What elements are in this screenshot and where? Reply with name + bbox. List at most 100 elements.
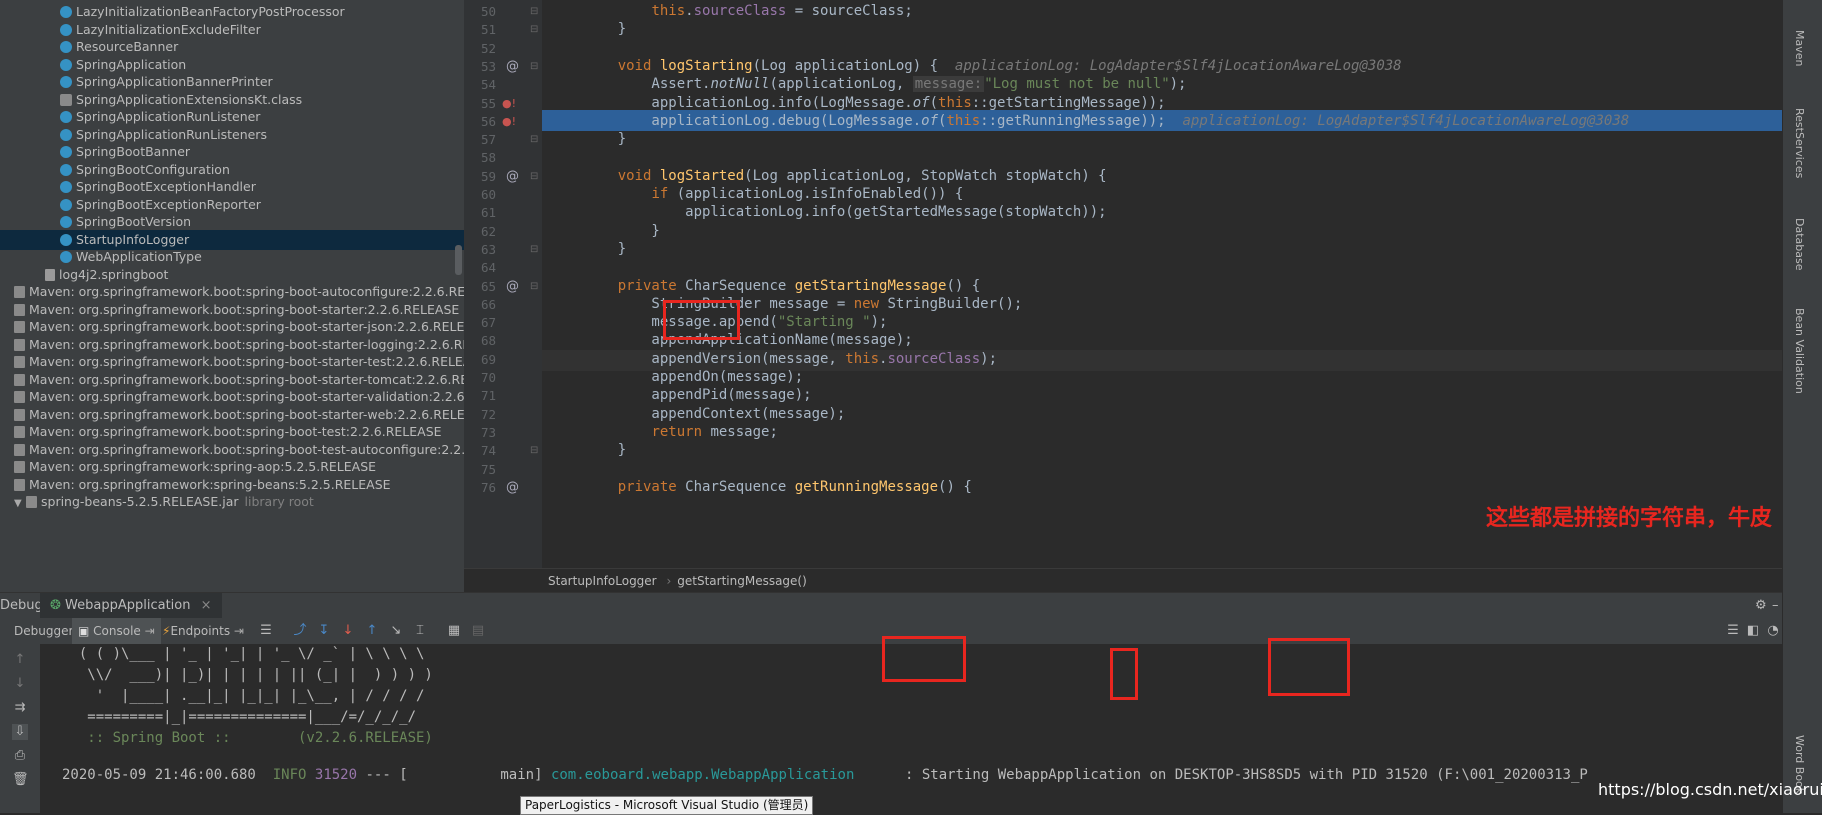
breadcrumb-class[interactable]: StartupInfoLogger [548, 574, 657, 588]
tree-item-label: Maven: org.springframework.boot:spring-b… [29, 319, 464, 334]
restore-layout-icon[interactable]: ◧ [1745, 623, 1761, 639]
highlight-box-starting-code [663, 300, 740, 340]
code-line[interactable]: } [584, 129, 626, 150]
settings-icon[interactable]: ◔ [1765, 623, 1781, 639]
tab-restservices[interactable]: RestServices [1793, 108, 1806, 178]
fold-icon[interactable]: ⊟ [530, 276, 538, 297]
tree-item-label: Maven: org.springframework:spring-beans:… [29, 476, 391, 492]
clear-icon[interactable]: 🗑 [12, 772, 29, 788]
tab-debugger[interactable]: Debugger [14, 618, 73, 644]
layout-icon[interactable]: ☰ [1725, 623, 1741, 639]
step-into-icon[interactable]: ↓ [340, 623, 356, 639]
pin-icon: ⇥ [140, 624, 155, 638]
debug-config-label: WebappApplication [65, 598, 191, 613]
tree-scrollbar[interactable] [455, 245, 462, 275]
log-msg-starting: Starting [921, 767, 990, 783]
up-arrow-icon[interactable]: ↑ [12, 652, 28, 668]
fold-icon[interactable]: ⊟ [530, 56, 538, 77]
tree-item-label: SpringApplicationRunListeners [76, 126, 267, 142]
breadcrumb[interactable]: StartupInfoLogger › getStartingMessage() [464, 568, 1782, 593]
tree-item-label: SpringBootConfiguration [76, 161, 230, 177]
log-separator: --- [365, 767, 391, 783]
tab-database[interactable]: Database [1793, 218, 1806, 271]
library-icon [14, 303, 25, 316]
code-line[interactable]: this.sourceClass = sourceClass; [584, 1, 912, 22]
tab-bean-validation[interactable]: Bean Validation [1793, 308, 1806, 394]
highlight-box-starting-log [882, 636, 966, 682]
tree-item-label: Maven: org.springframework.boot:spring-b… [29, 389, 464, 404]
tab-endpoints[interactable]: ⚡Endpoints ⇥ [162, 618, 244, 644]
fold-icon[interactable]: ⊟ [530, 19, 538, 40]
log-logger[interactable]: com.eoboard.webapp.WebappApplication [551, 767, 854, 783]
down-arrow-icon[interactable]: ↓ [12, 676, 28, 692]
class-icon [60, 23, 72, 36]
class-icon [60, 41, 72, 53]
expand-arrow-icon[interactable]: ▼ [14, 494, 26, 514]
tree-item-label: Maven: org.springframework.boot:spring-b… [29, 301, 460, 317]
code-editor[interactable]: 50 51 52 53 54 55 56 57 58 59 60 61 62 63 64 65 66 67 68 69… [464, 0, 1782, 568]
fold-icon[interactable]: ⊟ [530, 239, 538, 260]
code-line[interactable]: } [584, 440, 626, 461]
threads-icon[interactable]: ▤ [470, 623, 486, 639]
fold-icon[interactable]: ⊟ [530, 166, 538, 187]
class-icon [60, 128, 72, 141]
tree-item-label: SpringBootBanner [76, 144, 191, 159]
step-over-icon[interactable]: ↧ [316, 623, 332, 639]
run-to-cursor-icon[interactable]: ↘ [388, 623, 404, 639]
code-line[interactable]: } [584, 239, 626, 260]
override-marker-icon[interactable]: @ [506, 166, 519, 187]
show-execution-point-icon[interactable]: ⤴ [292, 623, 308, 639]
highlight-box-pid-log [1268, 638, 1350, 696]
breakpoint-icon[interactable]: ●! [502, 111, 516, 132]
library-icon [14, 338, 25, 351]
debug-config-tab[interactable]: ❂ WebappApplication × [40, 593, 222, 621]
close-icon[interactable]: × [201, 598, 212, 613]
debug-tool-header: Debug: ❂ WebappApplication × ⚙ – [0, 592, 1782, 621]
banner-line: ' |____| .__|_| |_|_| |_\__, | / / / / [62, 688, 425, 704]
fold-icon[interactable]: ⊟ [530, 129, 538, 150]
class-icon [60, 111, 72, 123]
tree-item-label: SpringBootExceptionHandler [76, 179, 256, 194]
spring-boot-icon: ❂ [50, 598, 66, 613]
banner-line: =========|_|==============|___/=/_/_/_/ [62, 709, 417, 725]
soft-wrap-icon[interactable]: ⇉ [12, 700, 28, 716]
breadcrumb-method[interactable]: getStartingMessage() [677, 574, 807, 588]
code-line[interactable]: private CharSequence getRunningMessage()… [584, 477, 972, 498]
minimize-icon[interactable]: – [1772, 593, 1779, 619]
library-icon [14, 321, 25, 333]
library-icon [14, 408, 25, 421]
frames-icon[interactable]: ▦ [446, 623, 462, 639]
right-tool-strip: Maven RestServices Database Bean Validat… [1782, 0, 1822, 813]
breadcrumb-separator: › [666, 574, 672, 588]
print-icon[interactable]: ⎙ [12, 748, 28, 764]
library-icon [14, 286, 25, 298]
class-icon [60, 146, 72, 158]
tree-item-label: SpringBootVersion [76, 214, 192, 229]
taskbar-tooltip: PaperLogistics - Microsoft Visual Studio… [520, 796, 814, 815]
gear-icon[interactable]: ⚙ [1755, 593, 1767, 619]
tree-item-label: Maven: org.springframework.boot:spring-b… [29, 406, 464, 422]
scroll-to-end-icon[interactable]: ⇩ [12, 724, 28, 740]
code-line[interactable]: } [584, 19, 626, 40]
override-marker-icon[interactable]: @ [506, 276, 519, 297]
override-marker-icon[interactable]: @ [506, 56, 519, 77]
tree-item-label: spring-beans-5.2.5.RELEASE.jar [41, 494, 239, 509]
tree-item[interactable]: ▼ spring-beans-5.2.5.RELEASE.jar library r… [0, 492, 464, 512]
code-line[interactable]: applicationLog.info(getStartedMessage(st… [584, 202, 1106, 223]
tab-maven[interactable]: Maven [1793, 30, 1806, 66]
fold-icon[interactable]: ⊟ [530, 440, 538, 461]
class-icon [60, 251, 72, 263]
library-icon [14, 373, 25, 386]
menu-icon[interactable]: ☰ [258, 623, 274, 639]
tree-item-label: Maven: org.springframework.boot:spring-b… [29, 336, 464, 352]
tree-item-label: SpringApplication [76, 56, 187, 72]
evaluate-icon[interactable]: ⌶ [412, 623, 428, 639]
tree-item-label: Maven: org.springframework:spring-aop:5.… [29, 459, 377, 474]
step-out-icon[interactable]: ↑ [364, 623, 380, 639]
library-icon [14, 356, 25, 368]
banner-line: ( ( )\___ | '_ | '_| | '_ \/ _` | \ \ \ … [62, 646, 425, 662]
tab-console[interactable]: ▣ Console ⇥ [72, 618, 161, 644]
code-line[interactable]: applicationLog.debug(LogMessage.of(this:… [584, 111, 1629, 132]
override-marker-icon[interactable]: @ [506, 477, 519, 498]
project-tree: LazyInitializationBeanFactoryPostProcess… [0, 0, 464, 592]
